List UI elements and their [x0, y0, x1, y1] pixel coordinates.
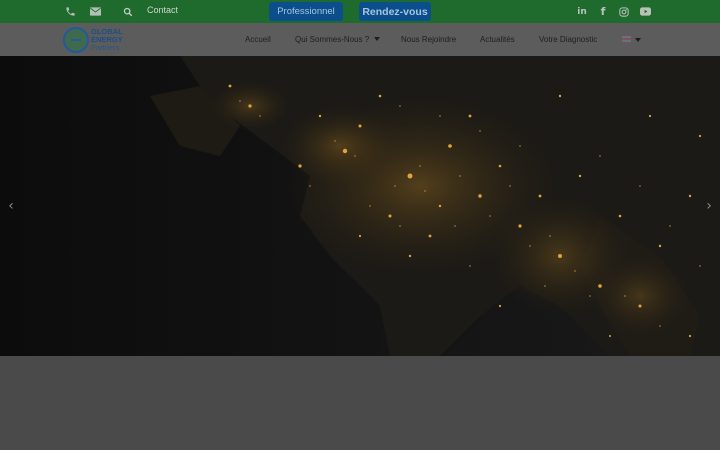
logo-line-3: Partners [91, 42, 120, 52]
professionnel-button[interactable]: Professionnel [269, 2, 343, 21]
uk-flag-icon[interactable] [622, 36, 631, 42]
europe-night-image [0, 56, 720, 356]
top-bar: Contact Professionnel Rendez-vous in f [0, 0, 720, 23]
nav-item-votre-diagnostic[interactable]: Votre Diagnostic [539, 35, 597, 44]
rendez-vous-button[interactable]: Rendez-vous [359, 2, 431, 21]
youtube-icon[interactable] [638, 5, 652, 18]
globe-logo-icon [63, 26, 89, 53]
envelope-icon[interactable] [88, 5, 102, 18]
caret-down-icon [374, 37, 381, 41]
page-content-area [0, 356, 720, 450]
nav-item-qui-sommes-nous[interactable]: Qui Sommes-Nous ? [295, 35, 381, 44]
site-logo[interactable]: GLOBAL ENERGY Partners [63, 26, 129, 53]
nav-item-accueil[interactable]: Accueil [245, 35, 271, 44]
chevron-left-icon[interactable]: ‹ [5, 197, 17, 215]
instagram-icon[interactable] [617, 5, 631, 18]
chevron-right-icon[interactable]: › [703, 197, 715, 215]
facebook-icon[interactable]: f [596, 5, 610, 18]
nav-item-label: Qui Sommes-Nous ? [295, 35, 370, 44]
nav-item-actualites[interactable]: Actualités [480, 35, 515, 44]
search-icon[interactable] [121, 5, 135, 18]
logo-text: GLOBAL ENERGY Partners [91, 27, 123, 52]
phone-icon[interactable] [63, 5, 77, 18]
linkedin-icon[interactable]: in [575, 5, 589, 18]
language-caret-icon[interactable] [635, 38, 641, 42]
nav-item-nous-rejoindre[interactable]: Nous Rejoindre [401, 35, 456, 44]
contact-link[interactable]: Contact [147, 5, 178, 15]
hero-slider: ‹ › [0, 56, 720, 356]
